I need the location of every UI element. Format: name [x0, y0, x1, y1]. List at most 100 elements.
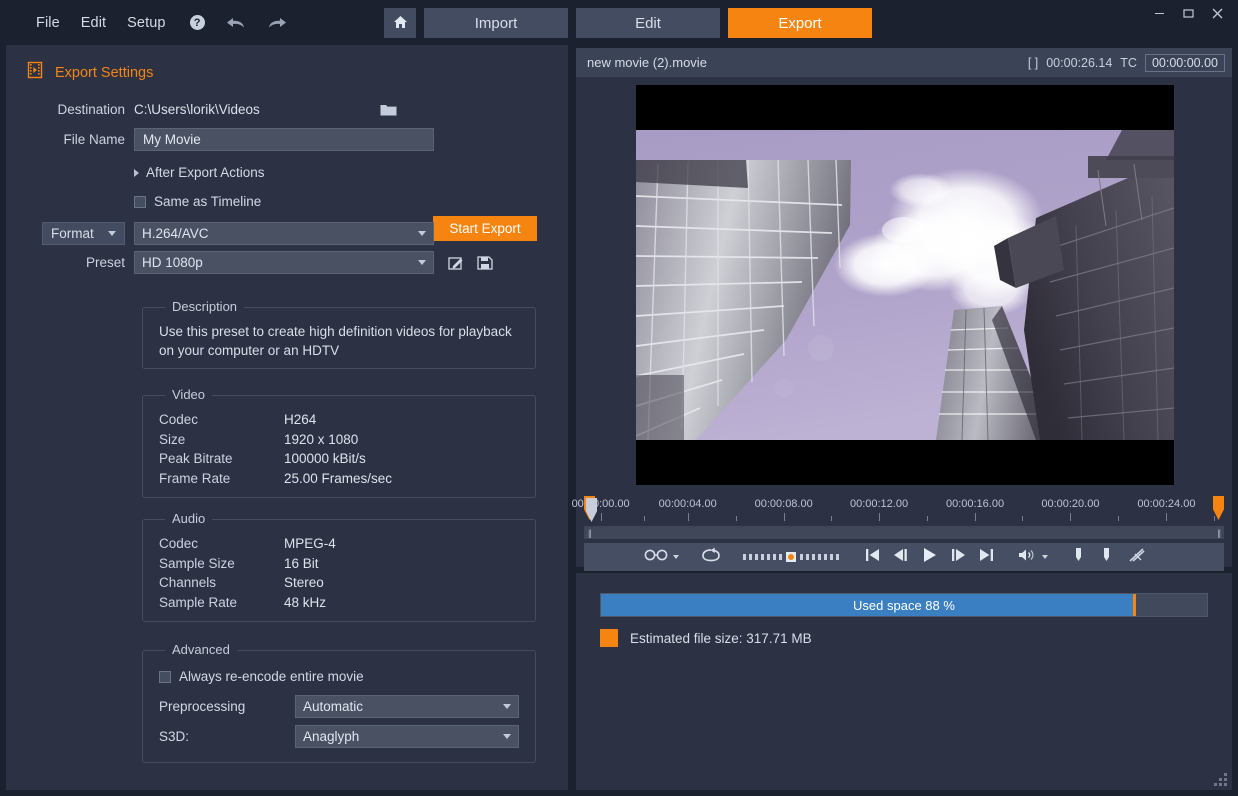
spec-row: Channels Stereo	[159, 573, 535, 593]
ruler-tick-label: 00:00:24.00	[1137, 498, 1196, 510]
preview-header: new movie (2).movie [ ] 00:00:26.14 TC 0…	[576, 48, 1232, 77]
mark-out-button[interactable]	[1101, 547, 1111, 568]
tab-import[interactable]: Import	[424, 8, 568, 38]
ruler-tick-label: 00:00:04.00	[658, 498, 717, 510]
spec-row: Size 1920 x 1080	[159, 430, 535, 450]
menu-bar: File Edit Setup ?	[36, 15, 287, 31]
s3d-select[interactable]: Anaglyph	[295, 725, 519, 748]
ruler-tick-label: 00:00:12.00	[849, 498, 909, 510]
preprocessing-select[interactable]: Automatic	[295, 695, 519, 718]
maximize-icon[interactable]	[1174, 0, 1203, 26]
advanced-group-title: Advanced	[165, 642, 237, 657]
title-bar: File Edit Setup ? Import Edit Export	[0, 0, 1238, 45]
volume-button[interactable]	[1018, 548, 1048, 567]
after-export-actions-toggle[interactable]: After Export Actions	[134, 165, 265, 180]
chevron-down-icon	[108, 231, 116, 236]
scrollbar-thumb[interactable]: || ||	[585, 527, 1223, 538]
used-space-bar: Used space 88 %	[600, 593, 1208, 617]
s3d-row: S3D: Anaglyph	[159, 725, 535, 748]
chevron-down-icon	[418, 231, 426, 236]
play-icon	[922, 547, 937, 568]
same-as-timeline-label: Same as Timeline	[154, 194, 262, 209]
preprocessing-value: Automatic	[303, 699, 364, 714]
spec-key: Peak Bitrate	[159, 451, 233, 466]
preset-value: HD 1080p	[142, 255, 203, 270]
duration-bracket-label: [ ]	[1027, 55, 1039, 70]
preview-quality-button[interactable]	[644, 548, 679, 566]
page-title: Export Settings	[55, 64, 154, 81]
same-as-timeline-checkbox[interactable]: Same as Timeline	[134, 194, 261, 209]
format-select[interactable]: H.264/AVC	[134, 222, 434, 245]
audio-group-title: Audio	[165, 511, 213, 526]
chevron-right-icon	[134, 168, 139, 177]
glasses-icon	[644, 548, 668, 566]
duration-value: 00:00:26.14	[1046, 55, 1113, 70]
spec-key: Size	[159, 431, 186, 447]
video-group-title: Video	[165, 387, 213, 402]
pencil-edit-icon[interactable]	[448, 255, 465, 271]
step-forward-button[interactable]	[951, 548, 966, 567]
file-name-input[interactable]	[134, 128, 434, 151]
redo-arrow-icon[interactable]	[267, 15, 287, 31]
tab-export[interactable]: Export	[728, 8, 872, 38]
disk-usage-panel: Used space 88 % Estimated file size: 317…	[576, 573, 1232, 790]
preview-timecodes: [ ] 00:00:26.14 TC 00:00:00.00	[1027, 53, 1225, 72]
after-export-actions-label: After Export Actions	[146, 165, 265, 180]
timeline-scrollbar[interactable]: || ||	[584, 526, 1224, 539]
folder-icon[interactable]	[380, 103, 397, 117]
used-space-label: Used space 88 %	[853, 597, 955, 613]
mark-in-button[interactable]	[1074, 547, 1084, 568]
undo-arrow-icon[interactable]	[226, 15, 246, 31]
format-value: H.264/AVC	[142, 226, 209, 241]
advanced-group: Advanced Always re-encode entire movie P…	[142, 642, 536, 763]
spec-value: 100000 kBit/s	[284, 451, 366, 466]
menu-edit[interactable]: Edit	[81, 15, 106, 31]
same-as-timeline-row: Same as Timeline	[6, 194, 568, 209]
chevron-down-icon	[503, 734, 511, 739]
close-icon[interactable]	[1203, 0, 1232, 26]
skip-to-start-button[interactable]	[865, 548, 880, 567]
always-reencode-label: Always re-encode entire movie	[179, 669, 364, 684]
always-reencode-checkbox[interactable]: Always re-encode entire movie	[159, 669, 535, 684]
ruler-tick-label: 00:00:16.00	[945, 498, 1005, 510]
tc-label: TC	[1120, 55, 1137, 70]
step-backward-button[interactable]	[893, 548, 908, 567]
spec-row: Peak Bitrate 100000 kBit/s	[159, 449, 535, 469]
start-export-button[interactable]: Start Export	[433, 216, 537, 241]
after-export-row: After Export Actions	[6, 165, 568, 180]
spec-key: Codec	[159, 536, 199, 551]
help-icon[interactable]: ?	[189, 15, 205, 30]
menu-file[interactable]: File	[36, 15, 60, 31]
window-resize-grip[interactable]	[1214, 773, 1228, 786]
jog-shuttle-slider[interactable]	[743, 551, 839, 563]
spec-row: Sample Rate 48 kHz	[159, 593, 535, 613]
loop-button[interactable]	[701, 547, 721, 568]
checkbox-box	[134, 195, 146, 208]
preview-panel: new movie (2).movie [ ] 00:00:26.14 TC 0…	[572, 48, 1232, 571]
spec-key: Sample Rate	[159, 594, 238, 610]
preset-select[interactable]: HD 1080p	[134, 251, 434, 274]
cut-button[interactable]	[1128, 547, 1146, 568]
skip-to-end-button[interactable]	[979, 548, 994, 567]
format-menu-button[interactable]: Format	[42, 222, 125, 245]
spec-value: MPEG-4	[284, 536, 336, 551]
tab-edit[interactable]: Edit	[576, 8, 720, 38]
spec-key: Channels	[159, 575, 217, 590]
chevron-down-icon	[1042, 555, 1048, 559]
play-button[interactable]	[922, 547, 937, 568]
video-preview-stage[interactable]	[636, 85, 1174, 485]
timeline-ruler[interactable]: 00:00:00.00 00:00:04.00 00:00:08.00 00:0…	[572, 496, 1224, 528]
home-button[interactable]	[384, 8, 416, 38]
destination-row: Destination C:\Users\lorik\Videos	[6, 102, 568, 117]
step-backward-icon	[893, 548, 908, 567]
preview-image	[636, 130, 1174, 440]
ruler-ticks	[584, 513, 1224, 522]
panel-header: Export Settings	[6, 45, 568, 84]
format-label: Format	[51, 226, 94, 241]
menu-setup[interactable]: Setup	[127, 15, 165, 31]
chevron-down-icon	[418, 260, 426, 265]
minimize-icon[interactable]	[1145, 0, 1174, 26]
floppy-save-icon[interactable]	[477, 255, 493, 271]
spec-key: Frame Rate	[159, 470, 231, 486]
timecode-field[interactable]: 00:00:00.00	[1144, 53, 1225, 72]
